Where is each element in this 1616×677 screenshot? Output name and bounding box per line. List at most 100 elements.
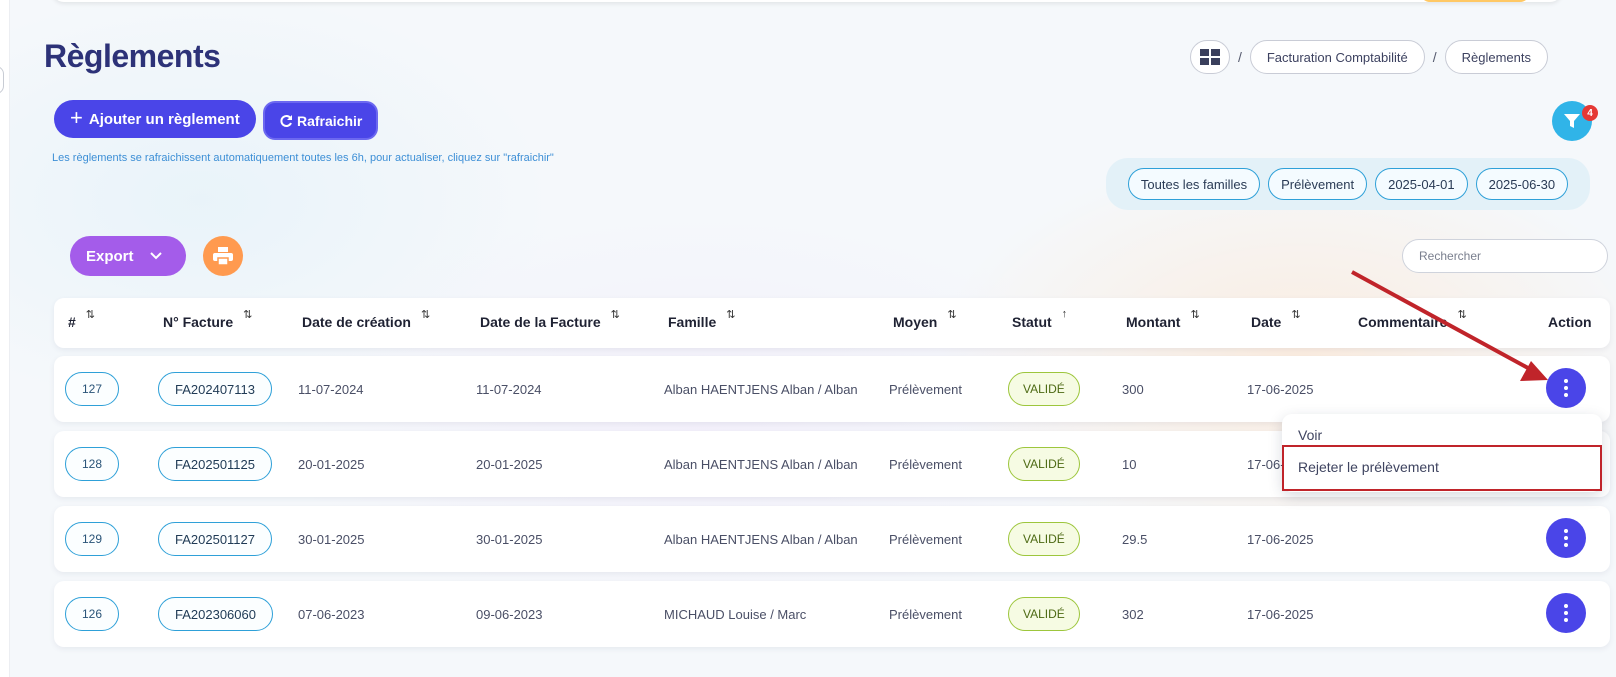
table-header: # ⇅ N° Facture ⇅ Date de création ⇅ Date de… [54,298,1610,348]
table-row: 129 FA202501127 30-01-2025 30-01-2025 Al… [54,506,1610,572]
grid-icon [1199,49,1220,65]
status-badge: VALIDÉ [1008,372,1080,406]
header-card [52,0,1562,2]
printer-icon [213,247,233,265]
sort-icon: ⇅ [1291,309,1301,321]
menu-item-voir[interactable]: Voir [1298,427,1322,443]
column-header-famille[interactable]: Famille ⇅ [668,309,735,330]
row-date: 17-06-2025 [1247,606,1314,622]
row-moyen: Prélèvement [889,531,962,547]
column-header-date[interactable]: Date ⇅ [1251,309,1301,330]
annotation-highlight-box [1282,445,1602,491]
page-title: Règlements [44,38,221,74]
row-famille: Alban HAENTJENS Alban / Alban [664,456,858,472]
row-id[interactable]: 127 [65,372,120,406]
plus-icon: + [70,105,83,130]
row-montant: 302 [1122,606,1144,622]
sort-icon: ⇅ [1190,309,1200,321]
row-action-button[interactable] [1546,518,1586,558]
status-badge: VALIDÉ [1008,447,1080,481]
print-button[interactable] [203,236,243,276]
sort-icon: ⇅ [610,309,620,321]
row-action-button[interactable] [1546,368,1586,408]
active-filters: Toutes les familles Prélèvement 2025-04-… [1106,158,1590,210]
sort-icon: ⇅ [85,309,96,321]
row-date: 17-06- [1247,456,1285,472]
sort-icon: ⇅ [947,309,957,321]
row-facture-link[interactable]: FA202501125 [158,447,272,481]
row-montant: 29.5 [1122,531,1148,547]
breadcrumb-separator: / [1432,49,1437,65]
refresh-button[interactable]: Rafraichir [263,101,379,140]
filter-chip-date-start[interactable]: 2025-04-01 [1375,168,1468,200]
row-date-facture: 20-01-2025 [476,456,543,472]
sort-icon: ⇅ [1457,309,1467,321]
column-header-moyen[interactable]: Moyen ⇅ [893,309,957,330]
status-badge: VALIDÉ [1008,597,1080,631]
header-accent-button[interactable] [1420,0,1530,2]
sort-up-icon: ↑ [1061,308,1068,320]
search-input[interactable] [1402,239,1608,273]
filter-chip-famille[interactable]: Toutes les familles [1127,168,1261,200]
row-creation: 11-07-2024 [298,381,364,397]
row-date-facture: 09-06-2023 [476,606,543,622]
breadcrumb-home[interactable] [1189,40,1230,74]
row-montant: 10 [1122,456,1137,472]
refresh-icon [280,114,292,127]
refresh-label: Rafraichir [297,112,363,129]
row-date-facture: 11-07-2024 [476,381,542,397]
breadcrumb-item-reglements[interactable]: Règlements [1444,40,1548,74]
row-facture-link[interactable]: FA202501127 [158,522,272,556]
column-header-facture[interactable]: N° Facture ⇅ [163,309,252,330]
breadcrumb-separator: / [1237,49,1242,65]
sort-icon: ⇅ [243,309,253,321]
column-header-statut[interactable]: Statut ↑ [1012,308,1067,330]
filter-chip-date-end[interactable]: 2025-06-30 [1475,168,1569,200]
sidebar-edge [0,0,10,677]
row-moyen: Prélèvement [889,456,962,472]
table-row: 127 FA202407113 11-07-2024 11-07-2024 Al… [54,356,1610,422]
row-moyen: Prélèvement [889,381,962,397]
status-badge: VALIDÉ [1008,522,1080,556]
refresh-info-text: Les règlements se rafraichissent automat… [52,152,554,164]
row-famille: Alban HAENTJENS Alban / Alban [664,531,858,547]
breadcrumb: / Facturation Comptabilité / Règlements [1189,40,1548,74]
table-row: 126 FA202306060 07-06-2023 09-06-2023 MI… [54,581,1610,647]
column-header-creation[interactable]: Date de création ⇅ [302,309,430,330]
more-vertical-icon [1564,379,1568,397]
column-header-action: Action [1548,314,1592,330]
breadcrumb-item-facturation[interactable]: Facturation Comptabilité [1249,40,1425,74]
row-date-facture: 30-01-2025 [476,531,543,547]
row-famille: Alban HAENTJENS Alban / Alban [664,381,858,397]
row-creation: 07-06-2023 [298,606,365,622]
more-vertical-icon [1564,529,1568,547]
row-moyen: Prélèvement [889,606,962,622]
more-vertical-icon [1564,604,1568,622]
chevron-down-icon [149,252,162,260]
add-reglement-button[interactable]: + Ajouter un règlement [54,100,256,138]
column-header-date-facture[interactable]: Date de la Facture ⇅ [480,309,620,330]
row-action-button[interactable] [1546,593,1586,633]
row-creation: 20-01-2025 [298,456,365,472]
row-facture-link[interactable]: FA202407113 [158,372,272,406]
add-reglement-label: Ajouter un règlement [88,110,240,128]
sort-icon: ⇅ [726,309,736,321]
row-creation: 30-01-2025 [298,531,365,547]
row-facture-link[interactable]: FA202306060 [158,597,273,631]
row-date: 17-06-2025 [1247,531,1314,547]
row-date: 17-06-2025 [1247,381,1314,397]
filter-count-badge: 4 [1582,105,1598,121]
column-header-id[interactable]: # ⇅ [68,309,95,330]
column-header-montant[interactable]: Montant ⇅ [1126,309,1200,330]
export-label: Export [86,247,134,265]
row-id[interactable]: 128 [65,447,120,481]
export-button[interactable]: Export [70,236,186,276]
row-id[interactable]: 129 [65,522,120,556]
filter-icon [1564,114,1580,128]
column-header-commentaire[interactable]: Commentaire ⇅ [1358,309,1467,330]
row-famille: MICHAUD Louise / Marc [664,606,807,622]
row-montant: 300 [1122,381,1144,397]
filter-chip-moyen[interactable]: Prélèvement [1268,168,1368,200]
sort-icon: ⇅ [420,309,431,321]
row-id[interactable]: 126 [65,597,120,631]
